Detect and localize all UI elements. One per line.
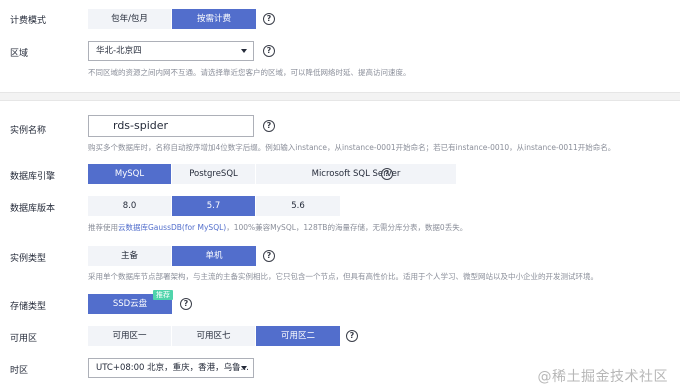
az-option-7[interactable]: 可用区七 bbox=[172, 326, 256, 346]
db-version-option-8-0[interactable]: 8.0 bbox=[88, 196, 172, 216]
instance-name-hint: 购买多个数据库时，名称自动按序增加4位数字后缀。例如输入instance，从in… bbox=[88, 143, 616, 152]
db-version-label: 数据库版本 bbox=[10, 204, 56, 214]
region-help-icon[interactable]: ? bbox=[263, 45, 275, 57]
az-label: 可用区 bbox=[10, 334, 38, 344]
db-engine-option-postgresql[interactable]: PostgreSQL bbox=[172, 164, 256, 184]
chevron-down-icon bbox=[241, 49, 247, 53]
db-engine-option-sqlserver[interactable]: Microsoft SQL Server bbox=[256, 164, 456, 184]
instance-type-selector: 主备 单机 bbox=[88, 246, 256, 266]
db-version-hint-prefix: 推荐使用 bbox=[88, 223, 118, 232]
db-engine-help-icon[interactable]: ? bbox=[381, 168, 393, 180]
region-select[interactable]: 华北-北京四 bbox=[88, 41, 254, 61]
db-version-option-5-6[interactable]: 5.6 bbox=[256, 196, 340, 216]
instance-type-help-icon[interactable]: ? bbox=[263, 250, 275, 262]
watermark: @稀土掘金技术社区 bbox=[537, 369, 668, 385]
db-engine-option-mysql[interactable]: MySQL bbox=[88, 164, 172, 184]
storage-help-icon[interactable]: ? bbox=[180, 298, 192, 310]
db-engine-selector: MySQL PostgreSQL Microsoft SQL Server bbox=[88, 164, 456, 184]
timezone-select[interactable]: UTC+08:00 北京，重庆，香港，乌鲁... bbox=[88, 358, 254, 378]
az-help-icon[interactable]: ? bbox=[346, 330, 358, 342]
db-version-option-5-7[interactable]: 5.7 bbox=[172, 196, 256, 216]
timezone-value: UTC+08:00 北京，重庆，香港，乌鲁... bbox=[96, 363, 249, 373]
timezone-label: 时区 bbox=[10, 366, 29, 376]
az-option-2[interactable]: 可用区二 bbox=[256, 326, 340, 346]
az-option-1[interactable]: 可用区一 bbox=[88, 326, 172, 346]
region-hint: 不同区域的资源之间内网不互通。请选择靠近您客户的区域，可以降低网络时延、提高访问… bbox=[88, 68, 411, 77]
billing-help-icon[interactable]: ? bbox=[263, 13, 275, 25]
recommended-badge: 推荐 bbox=[153, 290, 173, 300]
billing-label: 计费模式 bbox=[10, 16, 47, 26]
db-engine-label: 数据库引擎 bbox=[10, 172, 56, 182]
section-divider bbox=[0, 92, 680, 101]
db-version-selector: 8.0 5.7 5.6 bbox=[88, 196, 340, 216]
gaussdb-link[interactable]: 云数据库GaussDB(for MySQL) bbox=[118, 223, 226, 232]
billing-option-yearly-monthly[interactable]: 包年/包月 bbox=[88, 9, 172, 29]
instance-name-label: 实例名称 bbox=[10, 126, 47, 136]
instance-name-help-icon[interactable]: ? bbox=[263, 120, 275, 132]
instance-type-label: 实例类型 bbox=[10, 254, 47, 264]
db-version-hint: 推荐使用云数据库GaussDB(for MySQL)，100%兼容MySQL，1… bbox=[88, 222, 467, 233]
instance-type-hint: 采用单个数据库节点部署架构，与主流的主备实例相比，它只包含一个节点，但具有高性价… bbox=[88, 272, 598, 281]
storage-type-label: 存储类型 bbox=[10, 302, 47, 312]
az-selector: 可用区一 可用区七 可用区二 bbox=[88, 326, 340, 346]
billing-mode-selector: 包年/包月 按需计费 bbox=[88, 9, 256, 29]
instance-name-input[interactable]: rds-spider bbox=[88, 115, 254, 137]
region-value: 华北-北京四 bbox=[96, 46, 142, 56]
instance-type-option-single[interactable]: 单机 bbox=[172, 246, 256, 266]
region-label: 区域 bbox=[10, 49, 29, 59]
db-version-hint-suffix: ，100%兼容MySQL，128TB的海量存储，无需分库分表，数据0丢失。 bbox=[226, 223, 468, 232]
instance-type-option-primary-standby[interactable]: 主备 bbox=[88, 246, 172, 266]
billing-option-pay-per-use[interactable]: 按需计费 bbox=[172, 9, 256, 29]
chevron-down-icon bbox=[241, 366, 247, 370]
